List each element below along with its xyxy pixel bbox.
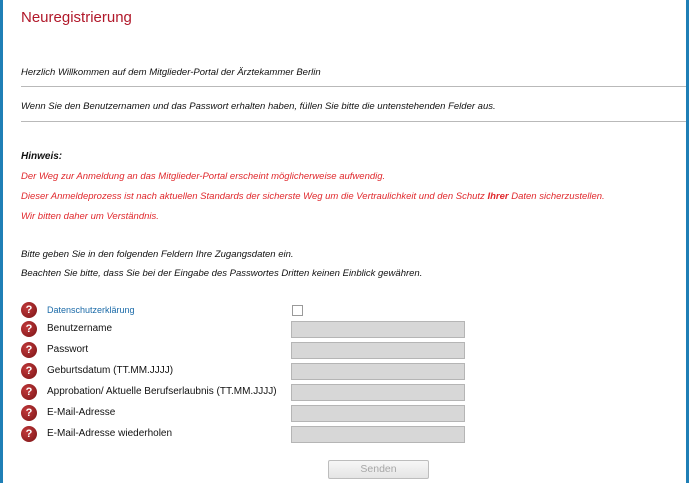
hint-line-2: Dieser Anmeldeprozess ist nach aktuellen… — [21, 191, 605, 202]
username-field[interactable] — [291, 321, 465, 338]
hint-line-2-end: Daten sicherzustellen. — [508, 191, 605, 202]
page-title: Neuregistrierung — [21, 9, 132, 26]
password-label: Passwort — [47, 344, 89, 355]
help-icon[interactable]: ? — [21, 321, 37, 337]
divider — [21, 121, 686, 122]
form-row-username: ? Benutzername — [21, 321, 465, 339]
help-icon[interactable]: ? — [21, 302, 37, 318]
form-row-email: ? E-Mail-Adresse — [21, 405, 465, 423]
hint-line-3: Wir bitten daher um Verständnis. — [21, 211, 159, 222]
privacy-policy-link[interactable]: Datenschutzerklärung — [47, 305, 135, 315]
privacy-checkbox[interactable] — [292, 305, 303, 316]
info-line-2: Beachten Sie bitte, dass Sie bei der Ein… — [21, 268, 423, 279]
email-field[interactable] — [291, 405, 465, 422]
hint-heading: Hinweis: — [21, 151, 63, 162]
email-label: E-Mail-Adresse — [47, 407, 116, 418]
welcome-text: Herzlich Willkommen auf dem Mitglieder-P… — [21, 67, 321, 78]
help-icon[interactable]: ? — [21, 384, 37, 400]
hint-line-2-text: Dieser Anmeldeprozess ist nach aktuellen… — [21, 191, 488, 202]
password-field[interactable] — [291, 342, 465, 359]
approbation-label: Approbation/ Aktuelle Berufserlaubnis (T… — [47, 386, 277, 397]
username-label: Benutzername — [47, 323, 113, 334]
hint-line-2-emphasis: Ihrer — [487, 191, 509, 202]
hint-line-1: Der Weg zur Anmeldung an das Mitglieder-… — [21, 171, 386, 182]
form-row-approbation: ? Approbation/ Aktuelle Berufserlaubnis … — [21, 384, 465, 402]
form-row-privacy: ? Datenschutzerklärung — [21, 302, 465, 320]
form-row-password: ? Passwort — [21, 342, 465, 360]
instruction-text: Wenn Sie den Benutzernamen und das Passw… — [21, 101, 496, 112]
form-row-email-repeat: ? E-Mail-Adresse wiederholen — [21, 426, 465, 444]
help-icon[interactable]: ? — [21, 426, 37, 442]
birthdate-label: Geburtsdatum (TT.MM.JJJJ) — [47, 365, 174, 376]
approbation-field[interactable] — [291, 384, 465, 401]
email-repeat-label: E-Mail-Adresse wiederholen — [47, 428, 173, 439]
email-repeat-field[interactable] — [291, 426, 465, 443]
submit-button[interactable]: Senden — [328, 460, 429, 479]
birthdate-field[interactable] — [291, 363, 465, 380]
help-icon[interactable]: ? — [21, 405, 37, 421]
form-row-birthdate: ? Geburtsdatum (TT.MM.JJJJ) — [21, 363, 465, 381]
divider — [21, 86, 686, 87]
help-icon[interactable]: ? — [21, 342, 37, 358]
info-line-1: Bitte geben Sie in den folgenden Feldern… — [21, 249, 294, 260]
help-icon[interactable]: ? — [21, 363, 37, 379]
